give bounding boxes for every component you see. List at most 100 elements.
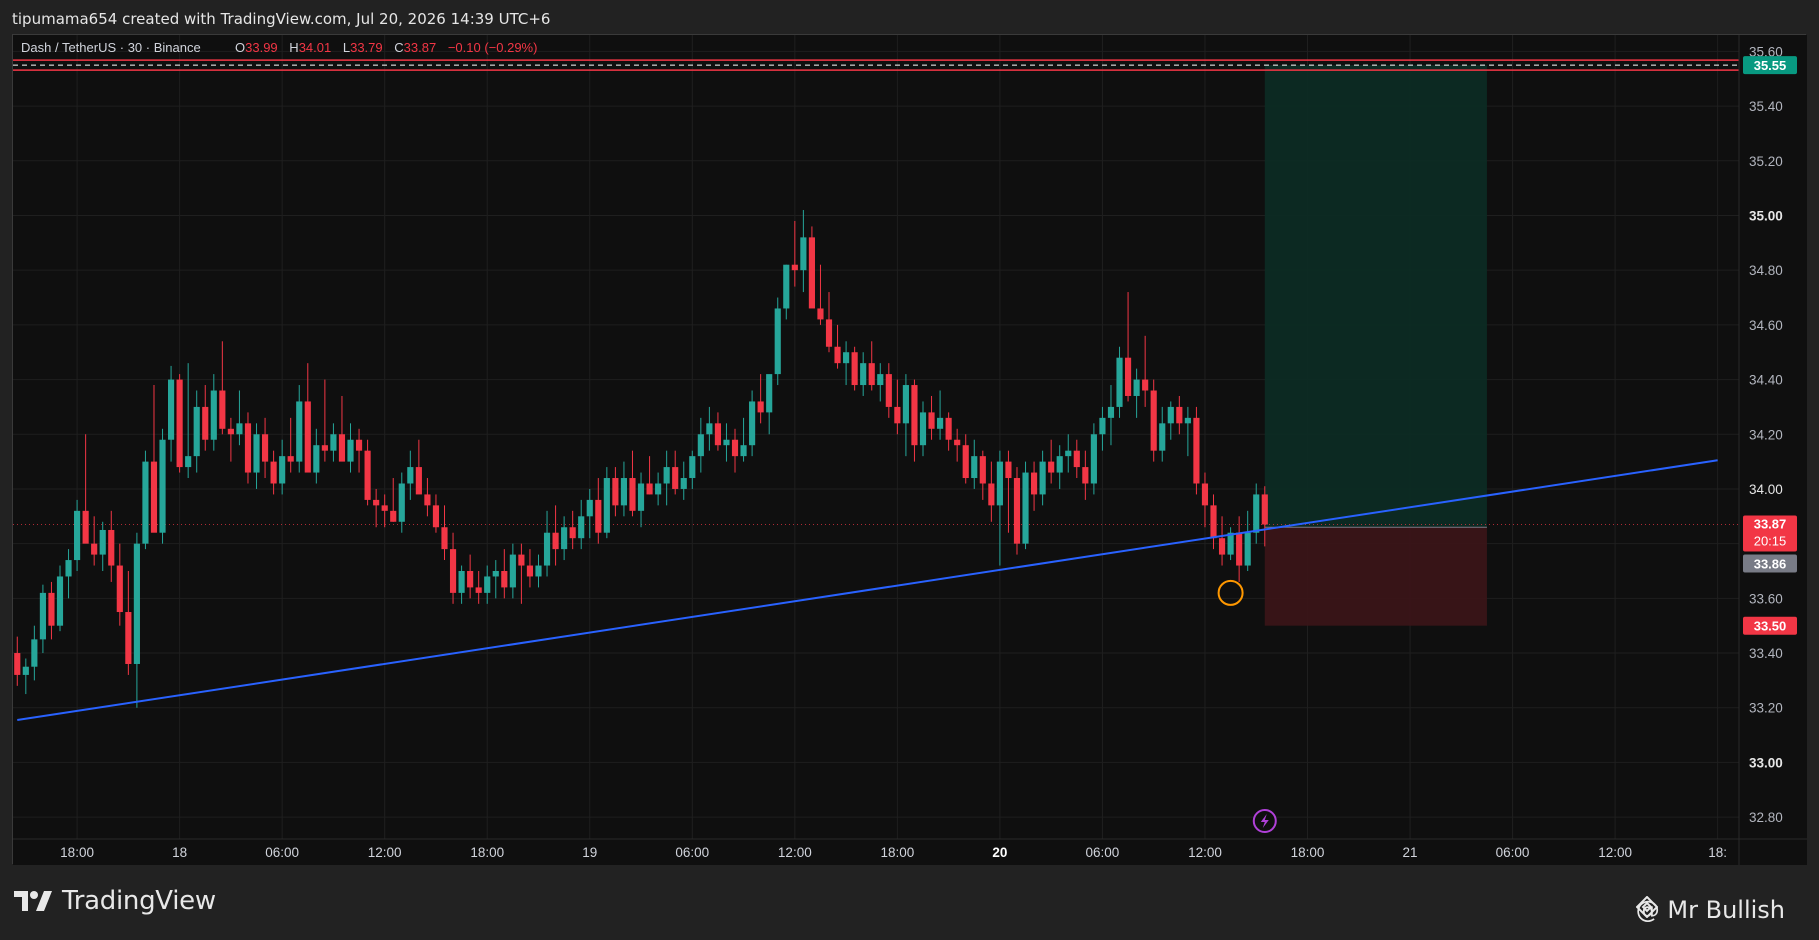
candle-body[interactable] (219, 390, 226, 429)
candle-body[interactable] (82, 510, 89, 544)
candle-body[interactable] (1176, 406, 1183, 424)
candle-body[interactable] (962, 445, 969, 479)
candle-body[interactable] (398, 483, 405, 522)
candle-body[interactable] (1253, 494, 1260, 533)
candle-body[interactable] (1022, 472, 1029, 544)
candle-body[interactable] (210, 390, 217, 440)
candle-body[interactable] (467, 571, 474, 588)
candle-body[interactable] (159, 439, 166, 533)
candle-body[interactable] (1039, 461, 1046, 495)
candle-body[interactable] (279, 456, 286, 484)
candle-body[interactable] (680, 478, 687, 489)
candle-body[interactable] (637, 483, 645, 511)
candle-body[interactable] (1236, 532, 1243, 566)
candle-body[interactable] (253, 434, 260, 473)
candle-body[interactable] (22, 666, 29, 675)
candle-body[interactable] (578, 516, 585, 539)
candle-body[interactable] (561, 527, 568, 550)
candle-body[interactable] (988, 483, 995, 506)
candle-body[interactable] (723, 439, 730, 446)
candle-body[interactable] (808, 237, 815, 309)
candle-body[interactable] (1107, 406, 1115, 418)
candle-body[interactable] (1013, 478, 1021, 544)
candle-body[interactable] (108, 529, 115, 566)
candle-body[interactable] (885, 374, 892, 407)
candle-body[interactable] (1201, 483, 1209, 506)
candle-body[interactable] (757, 401, 764, 413)
take-profit-zone[interactable] (1264, 65, 1487, 528)
candle-body[interactable] (1056, 456, 1063, 473)
candle-body[interactable] (706, 423, 713, 435)
candle-body[interactable] (424, 494, 431, 506)
candle-body[interactable] (244, 423, 252, 473)
candle-body[interactable] (1142, 379, 1149, 391)
candle-body[interactable] (996, 461, 1003, 506)
candle-body[interactable] (774, 308, 781, 375)
candle-body[interactable] (783, 264, 790, 309)
candle-body[interactable] (501, 571, 508, 588)
candle-body[interactable] (14, 653, 21, 675)
candle-body[interactable] (321, 445, 328, 451)
candle-body[interactable] (646, 483, 653, 495)
candle-body[interactable] (475, 587, 482, 593)
candle-body[interactable] (740, 445, 747, 457)
candle-body[interactable] (373, 499, 380, 506)
candle-body[interactable] (287, 456, 294, 462)
candle-body[interactable] (1150, 390, 1157, 451)
candle-body[interactable] (304, 401, 311, 473)
candle-body[interactable] (364, 450, 371, 500)
candle-body[interactable] (270, 461, 277, 484)
candle-body[interactable] (612, 478, 619, 506)
candle-body[interactable] (1184, 417, 1191, 424)
candle-body[interactable] (979, 456, 986, 484)
candle-body[interactable] (1124, 357, 1132, 396)
candle-body[interactable] (227, 428, 234, 435)
candle-body[interactable] (193, 406, 200, 457)
candle-body[interactable] (338, 434, 346, 462)
candle-body[interactable] (407, 467, 414, 484)
candle-body[interactable] (48, 592, 55, 626)
candle-body[interactable] (202, 406, 209, 440)
candle-body[interactable] (954, 439, 961, 446)
candle-body[interactable] (125, 612, 132, 664)
candle-body[interactable] (458, 571, 465, 593)
candle-body[interactable] (313, 445, 320, 473)
candle-body[interactable] (552, 532, 559, 550)
candle-body[interactable] (150, 461, 158, 533)
candle-body[interactable] (355, 439, 363, 451)
candle-body[interactable] (1193, 417, 1200, 484)
candle-body[interactable] (535, 565, 542, 577)
candle-body[interactable] (185, 456, 192, 468)
stop-loss-zone[interactable] (1264, 527, 1487, 626)
candle-body[interactable] (441, 527, 448, 550)
candle-body[interactable] (663, 467, 670, 484)
candle-body[interactable] (894, 406, 901, 424)
candle-body[interactable] (825, 319, 833, 347)
candlestick-chart[interactable]: 32.8033.0033.2033.4033.6033.8034.0034.20… (13, 35, 1807, 865)
low-circle-marker[interactable] (1217, 579, 1244, 606)
candle-body[interactable] (99, 529, 106, 555)
candle-body[interactable] (1090, 434, 1097, 484)
candle-body[interactable] (39, 592, 46, 640)
candle-body[interactable] (689, 456, 696, 479)
candle-body[interactable] (731, 439, 739, 457)
candle-body[interactable] (603, 478, 610, 533)
candle-body[interactable] (1005, 461, 1012, 479)
candle-body[interactable] (509, 554, 516, 588)
candle-body[interactable] (672, 467, 679, 489)
candle-body[interactable] (347, 439, 354, 462)
candle-body[interactable] (176, 379, 183, 468)
candle-body[interactable] (1073, 450, 1080, 468)
candle-body[interactable] (381, 505, 388, 511)
candle-body[interactable] (1133, 379, 1140, 396)
candle-body[interactable] (919, 412, 927, 446)
candle-body[interactable] (432, 505, 440, 528)
candle-body[interactable] (620, 478, 628, 506)
candle-body[interactable] (56, 576, 64, 626)
candle-body[interactable] (791, 264, 798, 271)
candle-body[interactable] (851, 352, 858, 386)
candle-body[interactable] (526, 565, 534, 577)
candle-body[interactable] (902, 385, 909, 424)
tradingview-brand[interactable]: TradingView (14, 886, 216, 916)
candle-body[interactable] (1218, 538, 1226, 555)
